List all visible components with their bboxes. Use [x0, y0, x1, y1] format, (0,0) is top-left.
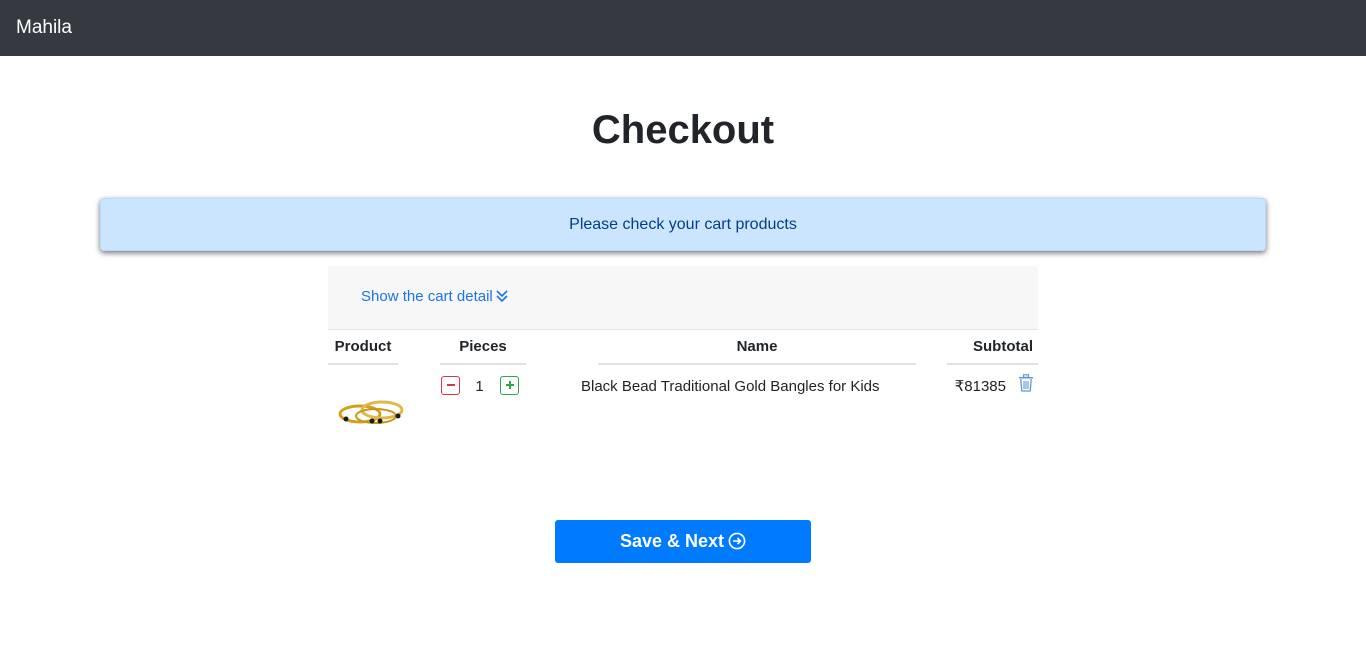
save-next-label: Save & Next [619, 531, 725, 551]
product-subtotal: ₹81385 [954, 378, 1006, 395]
cart-detail-header: Show the cart detail [328, 266, 1038, 330]
column-header-product: Product [328, 338, 398, 365]
increase-quantity-button[interactable] [500, 376, 519, 395]
column-header-pieces: Pieces [440, 338, 526, 365]
decrease-quantity-button[interactable] [441, 376, 460, 395]
show-cart-detail-label: Show the cart detail [361, 288, 493, 305]
minus-icon [446, 384, 455, 386]
column-header-name: Name [598, 338, 916, 365]
cart-alert: Please check your cart products [100, 198, 1266, 251]
product-image [338, 400, 404, 424]
save-next-button[interactable]: Save & Next [555, 520, 811, 563]
product-name: Black Bead Traditional Gold Bangles for … [581, 378, 880, 395]
quantity-value: 1 [475, 378, 484, 395]
navbar: Mahila [0, 0, 1366, 56]
page-title: Checkout [591, 108, 775, 152]
show-cart-detail-toggle[interactable]: Show the cart detail [361, 288, 509, 306]
plus-icon [505, 381, 514, 389]
brand-link[interactable]: Mahila [16, 17, 72, 39]
arrow-circle-right-icon [728, 532, 746, 550]
alert-message: Please check your cart products [569, 216, 797, 233]
double-chevron-down-icon [496, 290, 508, 303]
column-header-subtotal: Subtotal [947, 338, 1038, 365]
trash-icon[interactable] [1018, 374, 1034, 392]
